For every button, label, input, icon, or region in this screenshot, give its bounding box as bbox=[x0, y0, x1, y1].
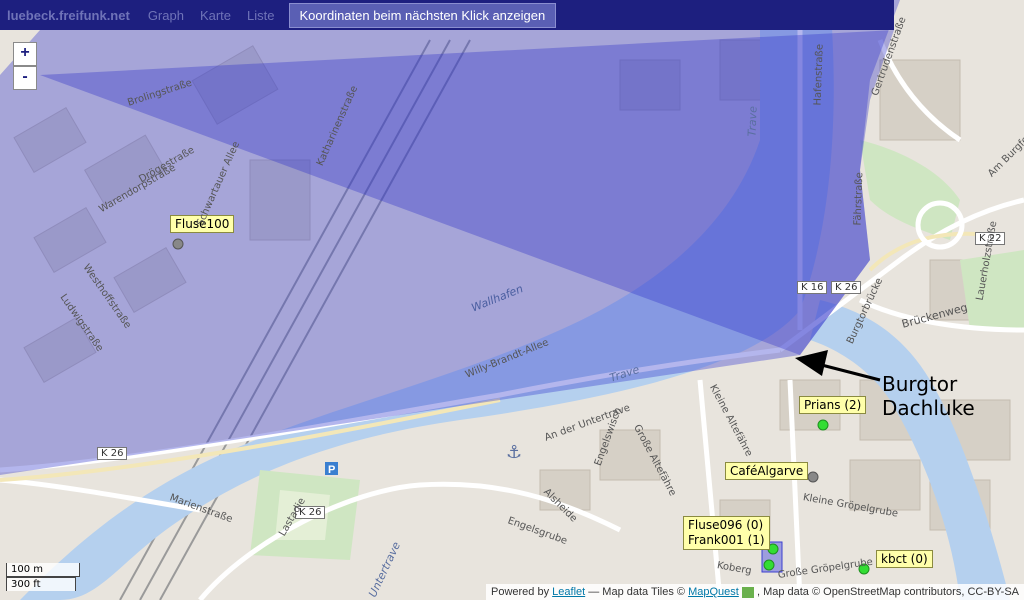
road-shield: K 26 bbox=[831, 281, 862, 294]
street-label: Fährstraße bbox=[852, 172, 866, 226]
attribution-powered: Powered by bbox=[491, 586, 550, 598]
node-marker-fluse100[interactable] bbox=[172, 238, 184, 250]
zoom-out-button[interactable]: - bbox=[13, 66, 37, 90]
show-coordinates-button[interactable]: Koordinaten beim nächsten Klick anzeigen bbox=[288, 2, 557, 28]
node-marker-cafealgarve[interactable] bbox=[807, 471, 819, 483]
road-shield: K 16 bbox=[797, 281, 828, 294]
map-scale: 100 m 300 ft bbox=[6, 563, 80, 591]
node-marker-frank001[interactable] bbox=[763, 559, 775, 571]
node-label-frank001[interactable]: Frank001 (1) bbox=[688, 533, 765, 548]
zoom-in-button[interactable]: + bbox=[13, 42, 37, 66]
annotation-label: Burgtor Dachluke bbox=[882, 372, 975, 420]
leaflet-link[interactable]: Leaflet bbox=[552, 586, 585, 598]
scale-imperial: 300 ft bbox=[6, 577, 76, 591]
brand-link[interactable]: luebeck.freifunk.net bbox=[0, 8, 140, 23]
node-label-prians[interactable]: Prians (2) bbox=[799, 396, 867, 414]
road-shield: K 26 bbox=[97, 447, 128, 460]
mapquest-link[interactable]: MapQuest bbox=[688, 586, 739, 598]
water-label: Trave bbox=[745, 105, 760, 137]
nav-liste[interactable]: Liste bbox=[239, 8, 282, 23]
annotation-line2: Dachluke bbox=[882, 396, 975, 420]
node-label-kbct[interactable]: kbct (0) bbox=[876, 550, 933, 568]
nav-karte[interactable]: Karte bbox=[192, 8, 239, 23]
scale-metric: 100 m bbox=[6, 563, 80, 577]
top-navigation-bar: luebeck.freifunk.net Graph Karte Liste K… bbox=[0, 0, 894, 30]
annotation-line1: Burgtor bbox=[882, 372, 958, 396]
attribution-rest: , Map data © OpenStreetMap contributors,… bbox=[756, 586, 1019, 598]
node-label-fluse096[interactable]: Fluse096 (0) bbox=[688, 518, 765, 533]
anchor-icon: ⚓ bbox=[506, 442, 522, 463]
nav-graph[interactable]: Graph bbox=[140, 8, 192, 23]
node-label-cluster[interactable]: Fluse096 (0) Frank001 (1) bbox=[683, 516, 770, 550]
map-attribution: Powered by Leaflet — Map data Tiles © Ma… bbox=[486, 584, 1024, 600]
street-label: Hafenstraße bbox=[812, 43, 826, 106]
attribution-mid: — Map data Tiles © bbox=[588, 586, 686, 598]
node-marker-prians[interactable] bbox=[817, 419, 829, 431]
mapquest-icon bbox=[741, 586, 754, 598]
parking-letter: P bbox=[328, 464, 335, 476]
node-label-cafealgarve[interactable]: CaféAlgarve bbox=[725, 462, 809, 480]
